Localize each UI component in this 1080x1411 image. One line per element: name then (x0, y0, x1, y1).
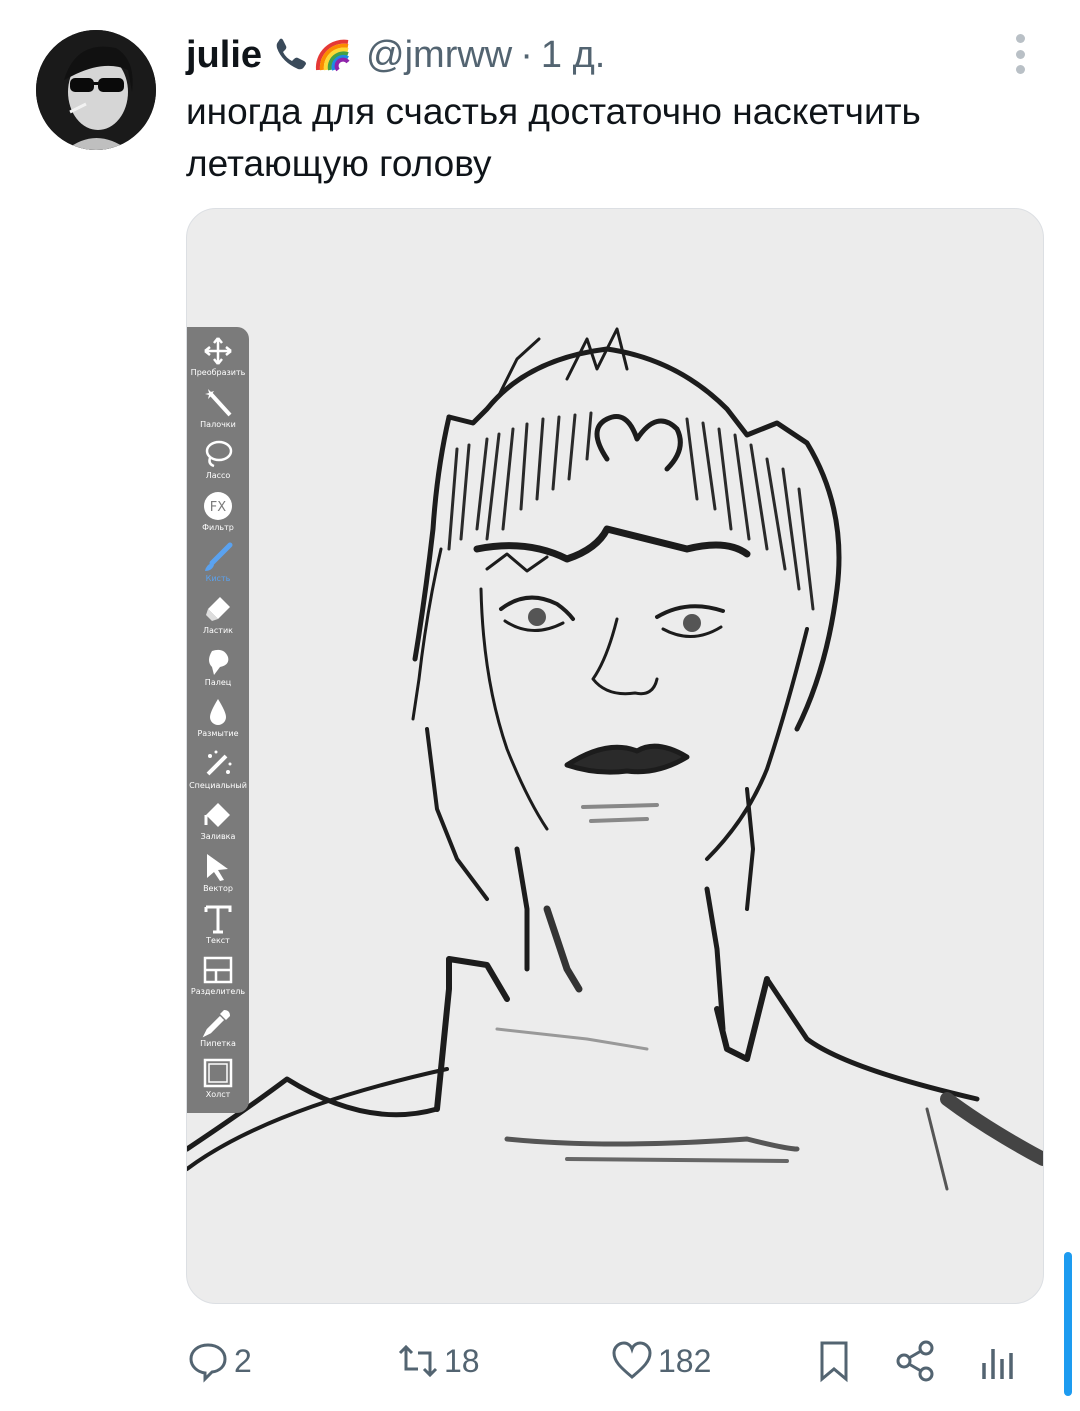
share-button[interactable] (894, 1336, 938, 1386)
reply-icon (189, 1343, 227, 1383)
tool-eyedropper[interactable]: Пипетка (187, 998, 249, 1050)
tool-label: Кисть (205, 574, 231, 584)
magic-wand-icon (205, 388, 232, 416)
move-arrows-icon (204, 337, 232, 365)
tool-label: Заливка (200, 832, 236, 842)
analytics-button[interactable] (976, 1336, 1020, 1386)
sketch-drawing (187, 327, 1043, 1191)
smudge-icon (209, 649, 229, 675)
tool-lasso[interactable]: Лассо (187, 430, 249, 482)
tool-label: Холст (205, 1090, 231, 1100)
tool-label: Палец (204, 677, 232, 687)
tool-label: Преобразить (190, 368, 246, 377)
avatar[interactable] (36, 30, 156, 150)
tool-smudge[interactable]: Палец (187, 637, 249, 689)
more-options-icon[interactable] (1010, 34, 1030, 74)
like-count: 182 (658, 1342, 712, 1379)
tool-eraser[interactable]: Ластик (187, 585, 249, 637)
reply-button[interactable]: 2 (186, 1336, 252, 1386)
avatar-image (36, 30, 156, 150)
tool-transform[interactable]: Преобразить (187, 327, 249, 379)
vector-cursor-icon (207, 853, 228, 881)
tool-label: Специальный (189, 780, 247, 790)
author-emoji (272, 36, 352, 74)
drawing-toolbar: Преобразить Палочки Лассо FX Фильтр Кист… (187, 327, 249, 1113)
analytics-icon (982, 1349, 1013, 1379)
separator-dot: · (520, 33, 533, 76)
divider-icon (203, 956, 233, 984)
canvas-icon (203, 1059, 233, 1088)
fx-filter-icon: FX (204, 491, 232, 520)
tool-magic-wand[interactable]: Палочки (187, 379, 249, 431)
author-handle[interactable]: @jmrww (366, 34, 512, 77)
tool-label: Текст (206, 935, 230, 945)
tweet-actions: 2 18 182 (186, 1336, 1026, 1386)
media-image[interactable]: Преобразить Палочки Лассо FX Фильтр Кист… (186, 208, 1044, 1304)
lasso-icon (205, 440, 233, 468)
like-button[interactable]: 182 (610, 1336, 711, 1386)
tool-label: Фильтр (202, 522, 234, 532)
tool-label: Размытие (197, 729, 239, 739)
heart-icon (612, 1341, 652, 1379)
tool-vector[interactable]: Вектор (187, 843, 249, 895)
share-icon (896, 1340, 934, 1382)
rainbow-icon (315, 39, 350, 72)
tool-label: Вектор (203, 883, 233, 893)
tool-brush[interactable]: Кисть (187, 533, 249, 585)
reply-count: 2 (234, 1342, 252, 1379)
text-t-icon (204, 905, 232, 934)
tweet-text: иногда для счастья достаточно наскетчить… (186, 91, 921, 184)
brush-icon (205, 542, 233, 572)
eraser-icon (206, 596, 230, 621)
timestamp[interactable]: 1 д. (541, 34, 605, 77)
tool-blur[interactable]: Размытие (187, 688, 249, 740)
tool-label: Ластик (202, 625, 233, 635)
svg-text:FX: FX (210, 500, 226, 515)
tool-label: Лассо (205, 471, 231, 481)
tool-special[interactable]: Специальный (187, 740, 249, 792)
author-name[interactable]: julie (186, 34, 262, 77)
tool-divider[interactable]: Разделитель (187, 946, 249, 998)
tool-text[interactable]: Текст (187, 895, 249, 947)
bookmark-icon (820, 1341, 848, 1383)
tool-label: Разделитель (190, 987, 246, 997)
eyedropper-icon (202, 1009, 230, 1038)
retweet-icon (398, 1344, 438, 1378)
tweet-header: julie @jmrww · 1 д. (186, 30, 605, 80)
retweet-count: 18 (444, 1342, 480, 1379)
tool-label: Палочки (200, 419, 236, 429)
tool-label: Пипетка (200, 1038, 236, 1048)
scrollbar[interactable] (1064, 1252, 1072, 1396)
special-wand-icon (206, 750, 232, 776)
tool-fill[interactable]: Заливка (187, 791, 249, 843)
blur-drop-icon (210, 699, 226, 726)
retweet-button[interactable]: 18 (396, 1336, 480, 1386)
tool-canvas[interactable]: Холст (187, 1049, 249, 1101)
fill-bucket-icon (204, 803, 230, 828)
tool-filter[interactable]: FX Фильтр (187, 482, 249, 534)
telephone-receiver-icon (276, 38, 307, 70)
bookmark-button[interactable] (812, 1336, 856, 1386)
